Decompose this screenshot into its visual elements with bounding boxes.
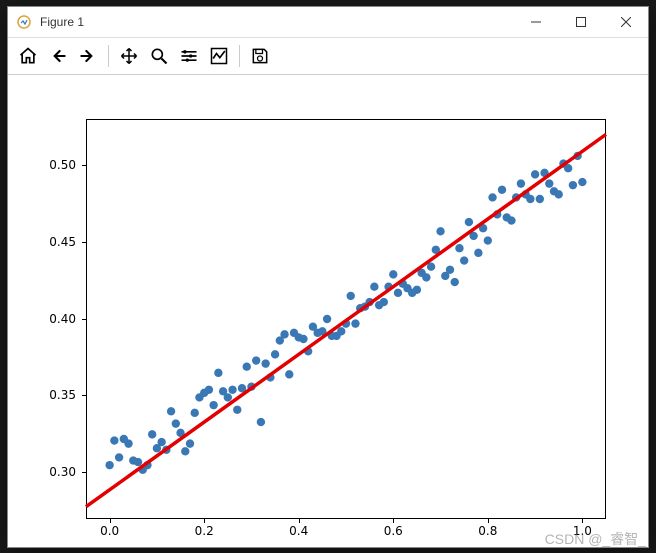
scatter-point <box>555 190 563 198</box>
xtick-label: 0.4 <box>289 524 308 538</box>
scatter-point <box>545 179 553 187</box>
plot-axes: 0.300.350.400.450.50 0.00.20.40.60.81.0 <box>86 119 606 519</box>
scatter-point <box>186 439 194 447</box>
scatter-point <box>389 270 397 278</box>
scatter-point <box>474 248 482 256</box>
scatter-point <box>498 185 506 193</box>
scatter-point <box>451 277 459 285</box>
scatter-point <box>105 460 113 468</box>
scatter-point <box>578 177 586 185</box>
window-title: Figure 1 <box>40 15 513 29</box>
titlebar: Figure 1 <box>8 7 648 38</box>
scatter-point <box>205 385 213 393</box>
scatter-point <box>252 356 260 364</box>
scatter-point <box>271 350 279 358</box>
scatter-point <box>465 217 473 225</box>
plot-svg <box>86 119 606 519</box>
app-icon <box>16 14 32 30</box>
scatter-point <box>531 170 539 178</box>
scatter-point <box>507 216 515 224</box>
scatter-point <box>134 457 142 465</box>
minimize-button[interactable] <box>513 7 558 37</box>
scatter-point <box>148 430 156 438</box>
scatter-point <box>370 282 378 290</box>
xtick-label: 0.6 <box>384 524 403 538</box>
scatter-point <box>455 244 463 252</box>
close-button[interactable] <box>603 7 648 37</box>
scatter-point <box>257 417 265 425</box>
save-icon[interactable] <box>246 42 274 70</box>
back-icon[interactable] <box>44 42 72 70</box>
scatter-point <box>261 359 269 367</box>
scatter-point <box>394 288 402 296</box>
edit-icon[interactable] <box>205 42 233 70</box>
scatter-point <box>224 393 232 401</box>
toolbar <box>8 38 648 75</box>
xtick-label: 0.2 <box>195 524 214 538</box>
scatter-point <box>209 400 217 408</box>
scatter-point <box>285 370 293 378</box>
scatter-point <box>422 273 430 281</box>
scatter-point <box>351 319 359 327</box>
scatter-point <box>460 256 468 264</box>
scatter-point <box>517 179 525 187</box>
scatter-point <box>536 194 544 202</box>
scatter-point <box>110 436 118 444</box>
scatter-point <box>380 297 388 305</box>
scatter-point <box>484 236 492 244</box>
ytick-label: 0.45 <box>49 235 76 249</box>
window: Figure 1 <box>7 6 649 548</box>
xtick-label: 0.0 <box>100 524 119 538</box>
scatter-point <box>228 385 236 393</box>
xtick-label: 0.8 <box>478 524 497 538</box>
scatter-point <box>413 285 421 293</box>
scatter-point <box>124 439 132 447</box>
ytick-label: 0.50 <box>49 158 76 172</box>
scatter-point <box>157 437 165 445</box>
forward-icon[interactable] <box>74 42 102 70</box>
maximize-button[interactable] <box>558 7 603 37</box>
scatter-point <box>167 407 175 415</box>
toolbar-separator <box>108 45 109 67</box>
fit-line <box>86 134 606 506</box>
scatter-point <box>115 453 123 461</box>
watermark: CSDN @_睿智_ <box>545 529 646 549</box>
ytick-label: 0.35 <box>49 388 76 402</box>
home-icon[interactable] <box>14 42 42 70</box>
scatter-point <box>569 180 577 188</box>
scatter-point <box>526 194 534 202</box>
scatter-point <box>280 330 288 338</box>
ytick-label: 0.40 <box>49 312 76 326</box>
scatter-point <box>191 408 199 416</box>
scatter-point <box>436 227 444 235</box>
pan-icon[interactable] <box>115 42 143 70</box>
scatter-point <box>233 405 241 413</box>
ytick-label: 0.30 <box>49 465 76 479</box>
subplots-icon[interactable] <box>175 42 203 70</box>
scatter-point <box>337 327 345 335</box>
scatter-point <box>172 419 180 427</box>
scatter-point <box>446 265 454 273</box>
scatter-point <box>243 362 251 370</box>
zoom-icon[interactable] <box>145 42 173 70</box>
scatter-point <box>181 447 189 455</box>
toolbar-separator <box>239 45 240 67</box>
scatter-point <box>323 314 331 322</box>
scatter-point <box>488 193 496 201</box>
scatter-point <box>299 334 307 342</box>
scatter-point <box>347 291 355 299</box>
figure-area: 0.300.350.400.450.50 0.00.20.40.60.81.0 <box>8 75 648 547</box>
scatter-point <box>214 368 222 376</box>
